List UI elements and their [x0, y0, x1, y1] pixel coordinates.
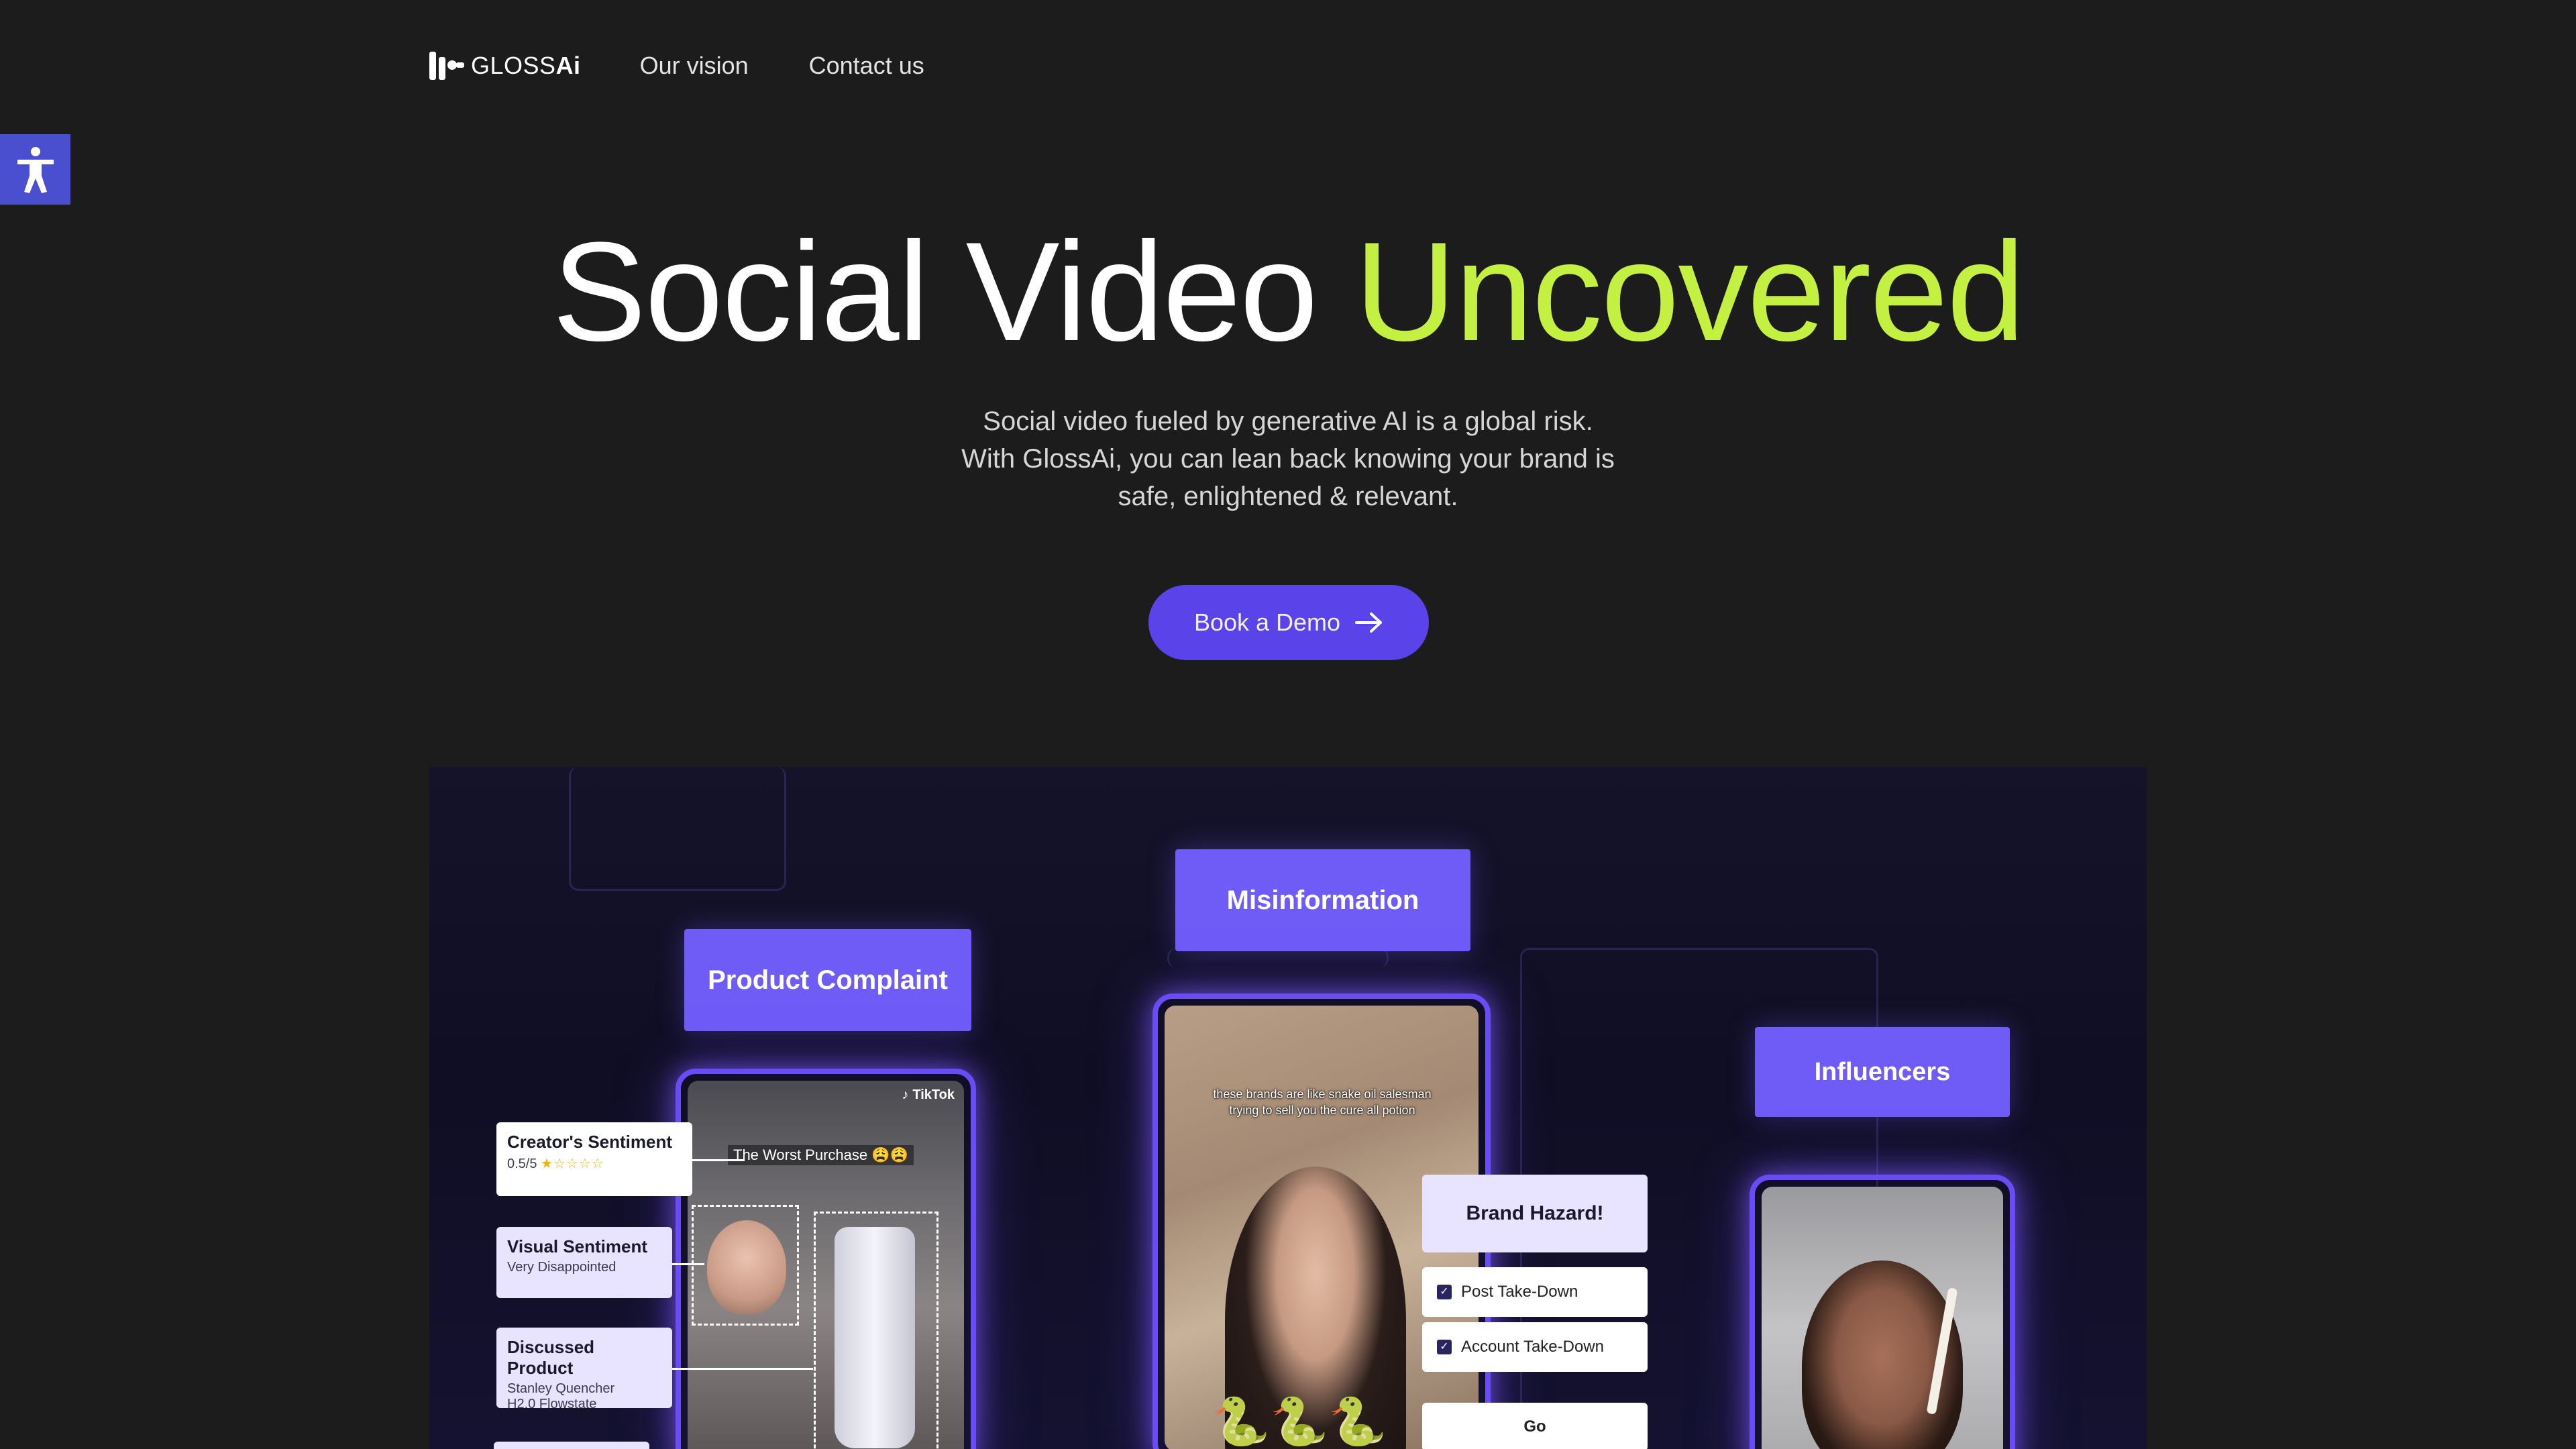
hero-title-main: Social Video — [552, 213, 1355, 370]
go-button-label: Go — [1523, 1417, 1546, 1436]
tiktok-badge: ♪ TikTok — [902, 1087, 955, 1103]
hero-title: Social Video Uncovered — [0, 211, 2576, 372]
discussed-product-line-2: H2.0 Flowstate — [507, 1397, 597, 1411]
logo-text-bold: Ai — [555, 52, 581, 79]
accessibility-icon — [17, 146, 54, 193]
tag-product-complaint: Product Complaint — [684, 929, 971, 1031]
nav-link-our-vision[interactable]: Our vision — [640, 52, 749, 80]
hero-subtitle: Social video fueled by generative AI is … — [885, 402, 1690, 515]
connector-line — [672, 1368, 813, 1370]
creator-sentiment-card: Creator's Sentiment 0.5/5 ★☆☆☆☆ — [496, 1122, 692, 1196]
showcase-panel: Product Complaint ♪ TikTok The Worst Purc… — [429, 767, 2147, 1449]
account-takedown-label: Account Take-Down — [1461, 1338, 1604, 1356]
arrow-right-icon — [1355, 612, 1383, 633]
top-nav: GLOSSAi Our vision Contact us — [428, 47, 985, 85]
creator-sentiment-title: Creator's Sentiment — [507, 1132, 673, 1152]
glossai-logo-icon — [429, 52, 464, 80]
accessibility-button[interactable] — [0, 134, 70, 205]
left-phone-frame: ♪ TikTok The Worst Purchase 😩😩 — [676, 1069, 976, 1449]
hero-subtitle-line-2: With GlossAi, you can lean back knowing … — [961, 444, 1615, 474]
tiktok-label: TikTok — [912, 1087, 955, 1102]
post-takedown-option[interactable]: ✓ Post Take-Down — [1422, 1267, 1648, 1317]
post-takedown-label: Post Take-Down — [1461, 1283, 1578, 1301]
glossai-logo[interactable]: GLOSSAi — [428, 49, 581, 83]
tag-misinformation: Misinformation — [1175, 849, 1470, 951]
visual-sentiment-card: Visual Sentiment Very Disappointed — [496, 1227, 672, 1298]
left-phone-caption: The Worst Purchase 😩😩 — [728, 1145, 914, 1165]
nav-link-contact-us[interactable]: Contact us — [809, 52, 924, 80]
book-demo-label: Book a Demo — [1193, 608, 1341, 636]
partial-card — [494, 1442, 649, 1449]
visual-sentiment-value: Very Disappointed — [507, 1260, 616, 1275]
hero-subtitle-line-1: Social video fueled by generative AI is … — [983, 407, 1593, 436]
middle-phone-caption: these brands are like snake oil salesman… — [1213, 1087, 1432, 1117]
tiktok-icon: ♪ — [902, 1087, 909, 1102]
brand-hazard-title: Brand Hazard! — [1466, 1202, 1604, 1224]
star-rating-icon: ★☆☆☆☆ — [541, 1157, 604, 1171]
right-phone-screen — [1762, 1187, 2003, 1449]
snake-emoji: 🐍🐍🐍 — [1212, 1395, 1387, 1448]
creator-sentiment-score: 0.5/5 — [507, 1157, 537, 1171]
brand-hazard-card: Brand Hazard! — [1422, 1175, 1648, 1252]
face-detection-box — [692, 1205, 799, 1326]
discussed-product-title: Discussed Product — [507, 1337, 595, 1378]
book-demo-button[interactable]: Book a Demo — [1148, 585, 1429, 660]
tag-influencers: Influencers — [1755, 1027, 2010, 1117]
checkbox-checked-icon[interactable]: ✓ — [1437, 1285, 1452, 1299]
connector-line — [672, 1263, 704, 1265]
creator-face — [707, 1220, 786, 1314]
product-detection-box — [814, 1212, 938, 1449]
checkbox-checked-icon[interactable]: ✓ — [1437, 1340, 1452, 1354]
right-phone-frame — [1750, 1175, 2015, 1449]
account-takedown-option[interactable]: ✓ Account Take-Down — [1422, 1322, 1648, 1372]
hero-subtitle-line-3: safe, enlightened & relevant. — [1118, 482, 1458, 511]
discussed-product-line-1: Stanley Quencher — [507, 1381, 615, 1396]
left-phone-screen: ♪ TikTok The Worst Purchase 😩😩 — [688, 1081, 964, 1449]
hero-title-accent: Uncovered — [1354, 213, 2025, 370]
connector-line — [692, 1159, 745, 1161]
visual-sentiment-title: Visual Sentiment — [507, 1236, 648, 1256]
logo-text-light: GLOSS — [471, 52, 556, 79]
discussed-product-card: Discussed Product Stanley Quencher H2.0 … — [496, 1328, 672, 1411]
tumbler-product — [835, 1227, 915, 1448]
go-button[interactable]: Go — [1422, 1403, 1648, 1449]
ghost-frame — [569, 767, 786, 891]
